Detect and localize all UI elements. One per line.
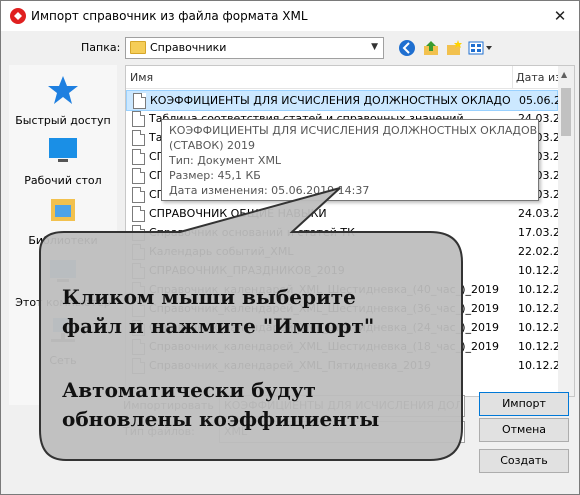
callout-line-2: файл и нажмите "Импорт" [62,314,375,338]
file-icon [132,339,145,355]
star-icon [48,76,78,104]
folder-label: Папка: [81,41,121,54]
tooltip-title: КОЭФФИЦИЕНТЫ ДЛЯ ИСЧИСЛЕНИЯ ДОЛЖНОСТНЫХ … [169,124,538,137]
cancel-button[interactable]: Отмена [479,418,569,442]
chevron-down-icon: ▼ [371,42,378,52]
file-name: Справочник_календарей_XML_Шестидневка_(1… [149,340,499,353]
file-icon [132,244,145,260]
place-label: Рабочий стол [24,174,102,187]
place-quick-access[interactable]: Быстрый доступ [9,75,117,127]
file-row[interactable]: КОЭФФИЦИЕНТЫ ДЛЯ ИСЧИСЛЕНИЯ ДОЛЖНОСТНЫХ … [126,90,568,111]
window-title: Импорт справочник из файла формата XML [31,9,308,23]
close-button[interactable]: ✕ [547,5,573,27]
callout-line-3: Автоматически будут [62,378,316,402]
file-name: Справочник оснований и статей ТК [149,226,355,239]
place-label: Библиотеки [28,234,98,247]
file-row[interactable]: Календарь событий_XML 22.02.20 [126,242,567,261]
tooltip-title-cont: (СТАВОК) 2019 [169,139,256,152]
file-name: КОЭФФИЦИЕНТЫ ДЛЯ ИСЧИСЛЕНИЯ ДОЛЖНОСТНЫХ … [150,94,510,107]
import-button[interactable]: Импорт [479,392,569,416]
tooltip-modified: Дата изменения: 05.06.2019 14:37 [169,184,370,197]
place-label: Сеть [49,354,77,367]
tooltip-type: Тип: Документ XML [169,154,282,167]
file-tooltip: КОЭФФИЦИЕНТЫ ДЛЯ ИСЧИСЛЕНИЯ ДОЛЖНОСТНЫХ … [161,119,539,201]
folder-icon [130,41,146,54]
app-icon [10,8,26,24]
vertical-scrollbar[interactable]: ▲ [558,66,574,396]
desktop-icon [49,138,77,162]
file-icon [132,149,145,165]
back-icon[interactable] [398,39,416,57]
folder-value: Справочники [150,41,227,54]
file-icon [132,130,145,146]
file-icon [132,225,145,241]
place-label: Быстрый доступ [15,114,111,127]
file-row[interactable]: Справочник оснований и статей ТК 17.03.20 [126,223,567,242]
file-icon [132,187,145,203]
file-icon [132,111,145,127]
file-icon [132,206,145,222]
folder-select[interactable]: Справочники ▼ [125,37,384,59]
callout-line-4: обновлены коэффициенты [62,407,380,431]
file-icon [132,358,145,374]
tooltip-size: Размер: 45,1 КБ [169,169,261,182]
libraries-icon [51,199,75,221]
title-bar: Импорт справочник из файла формата XML ✕ [1,1,579,31]
file-name: Календарь событий_XML [149,245,294,258]
column-header-name[interactable]: Имя [130,71,153,84]
list-header: Имя Дата из [126,66,574,89]
file-list: Имя Дата из КОЭФФИЦИЕНТЫ ДЛЯ ИСЧИСЛЕНИЯ … [125,65,575,397]
view-menu-icon[interactable] [468,39,494,57]
callout-line-1: Кликом мыши выберите [62,285,356,309]
places-bar: Быстрый доступ Рабочий стол Библиотеки Э… [9,65,117,405]
computer-icon [50,260,76,282]
file-name: СПРАВОЧНИК ОБЩИЕ НАВЫКИ [149,207,327,220]
up-folder-icon[interactable] [422,39,440,57]
file-icon [132,263,145,279]
create-button[interactable]: Создать [479,449,569,473]
file-name: СПРАВОЧНИК_ПРАЗДНИКОВ_2019 [149,264,345,277]
file-icon [133,93,146,109]
column-header-date[interactable]: Дата из [516,71,561,84]
file-row[interactable]: Справочник_календарей_XML_Пятидневка_201… [126,356,567,375]
file-row[interactable]: СПРАВОЧНИК ОБЩИЕ НАВЫКИ24.03.20 [126,204,567,223]
place-libraries[interactable]: Библиотеки [9,195,117,247]
file-row[interactable]: СПРАВОЧНИК_ПРАЗДНИКОВ_2019 10.12.20 [126,261,567,280]
place-desktop[interactable]: Рабочий стол [9,135,117,187]
file-name: Справочник_календарей_XML_Пятидневка_201… [149,359,431,372]
file-row[interactable]: Справочник_календарей_XML_Шестидневка_(1… [126,337,567,356]
new-folder-icon[interactable] [445,39,463,57]
scroll-thumb[interactable] [561,88,571,136]
file-icon [132,168,145,184]
column-divider[interactable] [512,66,513,88]
scroll-up-icon[interactable]: ▲ [561,70,567,79]
